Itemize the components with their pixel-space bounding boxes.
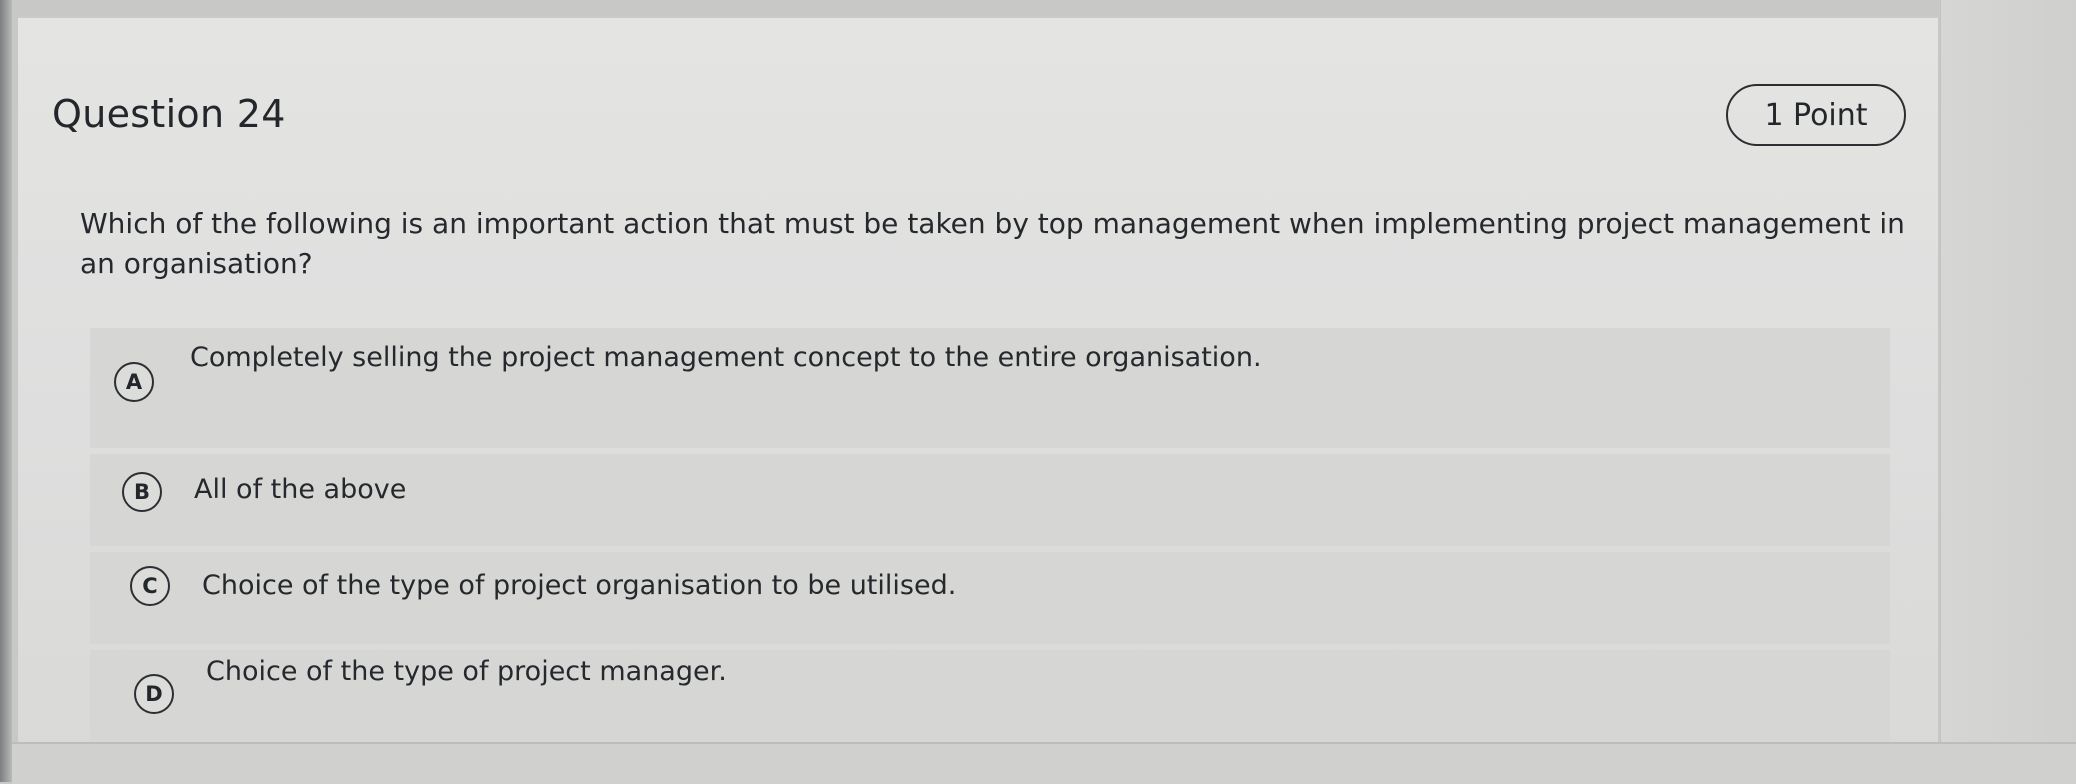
answer-option-c[interactable]: C Choice of the type of project organisa… [90, 552, 1890, 644]
screen-left-edge [0, 0, 12, 782]
question-title: Question 24 [52, 92, 286, 136]
option-text-c: Choice of the type of project organisati… [202, 570, 957, 601]
option-letter-b: B [122, 472, 162, 512]
answer-option-a[interactable]: A Completely selling the project managem… [90, 328, 1890, 448]
points-badge: 1 Point [1726, 84, 1906, 146]
option-letter-a: A [114, 362, 154, 402]
option-letter-d: D [134, 674, 174, 714]
answer-option-d[interactable]: D Choice of the type of project manager. [90, 650, 1890, 750]
option-text-d: Choice of the type of project manager. [206, 656, 727, 687]
right-panel [1940, 0, 2076, 782]
option-text-a: Completely selling the project managemen… [190, 342, 1262, 373]
answer-option-b[interactable]: B All of the above [90, 454, 1890, 546]
question-prompt: Which of the following is an important a… [80, 207, 1905, 280]
option-text-b: All of the above [194, 474, 407, 505]
option-letter-c: C [130, 566, 170, 606]
bottom-divider [12, 742, 2076, 784]
